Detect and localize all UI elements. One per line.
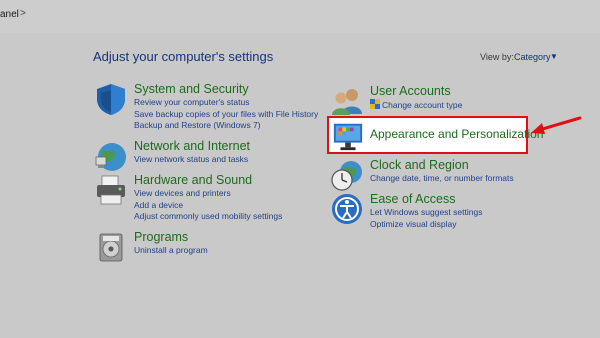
breadcrumb-separator: >: [20, 8, 26, 19]
page-title: Adjust your computer's settings: [93, 49, 274, 64]
user-accounts-title[interactable]: User Accounts: [370, 84, 451, 98]
change-account-type-label: Change account type: [382, 100, 463, 110]
backup-restore-link[interactable]: Backup and Restore (Windows 7): [134, 120, 318, 132]
uac-shield-icon: [370, 99, 380, 109]
category-appearance-highlighted[interactable]: Appearance and Personalization: [327, 116, 543, 154]
review-status-link[interactable]: Review your computer's status: [134, 97, 318, 109]
mobility-settings-link[interactable]: Adjust commonly used mobility settings: [134, 211, 282, 223]
red-arrow-annotation-icon: [531, 116, 582, 134]
ease-of-access-icon: [332, 194, 362, 224]
chevron-down-icon[interactable]: ▼: [550, 52, 558, 61]
printer-icon: [97, 175, 125, 205]
address-bar: anel >: [0, 0, 600, 33]
system-security-title[interactable]: System and Security: [134, 82, 249, 96]
clock-region-title[interactable]: Clock and Region: [370, 158, 469, 172]
network-status-link[interactable]: View network status and tasks: [134, 154, 248, 166]
add-device-link[interactable]: Add a device: [134, 200, 282, 212]
programs-disk-icon: [99, 233, 123, 262]
hardware-title[interactable]: Hardware and Sound: [134, 173, 252, 187]
appearance-title[interactable]: Appearance and Personalization: [370, 127, 543, 141]
view-by-dropdown[interactable]: Category: [514, 52, 551, 62]
date-time-formats-link[interactable]: Change date, time, or number formats: [370, 173, 514, 185]
clock-globe-icon: [331, 161, 362, 191]
change-account-type-link[interactable]: Change account type: [370, 99, 462, 112]
shield-icon: [97, 84, 125, 115]
network-globe-icon: [95, 143, 126, 171]
breadcrumb[interactable]: anel: [0, 9, 19, 20]
monitor-palette-icon: [333, 123, 363, 151]
users-icon: [332, 89, 362, 115]
view-by-label: View by:: [480, 52, 514, 62]
ease-of-access-title[interactable]: Ease of Access: [370, 192, 455, 206]
programs-title[interactable]: Programs: [134, 230, 188, 244]
suggest-settings-link[interactable]: Let Windows suggest settings: [370, 207, 482, 219]
devices-printers-link[interactable]: View devices and printers: [134, 188, 282, 200]
network-title[interactable]: Network and Internet: [134, 139, 250, 153]
optimize-display-link[interactable]: Optimize visual display: [370, 219, 482, 231]
file-history-link[interactable]: Save backup copies of your files with Fi…: [134, 109, 318, 121]
uninstall-program-link[interactable]: Uninstall a program: [134, 245, 208, 257]
